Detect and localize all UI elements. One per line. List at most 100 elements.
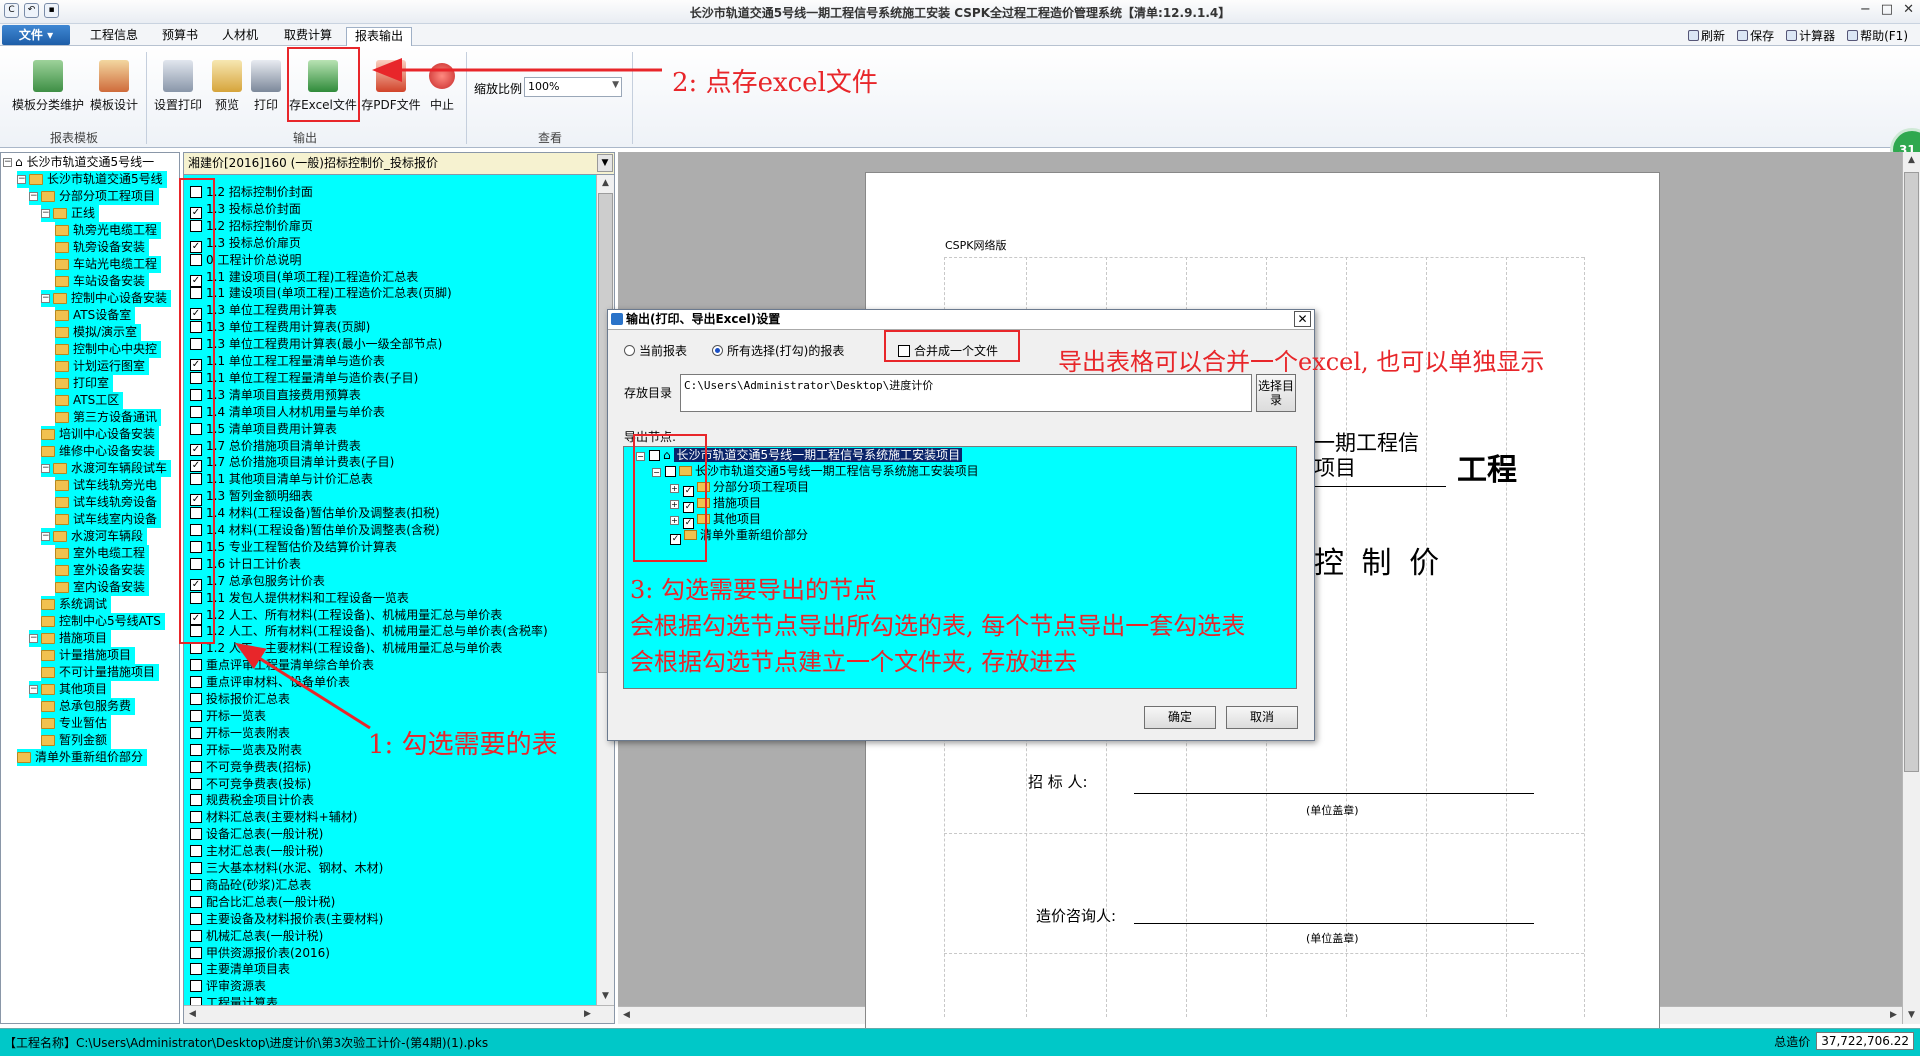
checkbox-icon[interactable] xyxy=(190,794,202,807)
report-list-item[interactable]: 1.4 材料(工程设备)暂估单价及调整表(扣税) xyxy=(190,505,440,522)
checkbox-icon[interactable] xyxy=(190,878,202,891)
tab-project-info[interactable]: 工程信息 xyxy=(84,27,144,46)
report-list-item[interactable]: 1.1 其他项目清单与计价汇总表 xyxy=(190,471,373,488)
checkbox-icon[interactable] xyxy=(190,777,202,790)
checkbox-icon[interactable] xyxy=(190,963,202,976)
report-list-item[interactable]: 配合比汇总表(一般计税) xyxy=(190,894,335,911)
scroll-up-icon[interactable]: ▲ xyxy=(1903,152,1920,169)
tree-node[interactable]: 控制中心5号线ATS xyxy=(41,613,165,630)
checkbox-icon[interactable] xyxy=(190,895,202,908)
radio-all-selected-reports[interactable]: 所有选择(打勾)的报表 xyxy=(712,342,844,359)
tree-node[interactable]: − 措施项目 xyxy=(29,630,112,647)
checkbox-icon[interactable] xyxy=(190,709,202,722)
tree-node[interactable]: 暂列金额 xyxy=(41,732,112,749)
report-list-item[interactable]: ✓ 1.2 人工、所有材料(工程设备)、机械用量汇总与单价表 xyxy=(190,607,502,625)
report-list-item[interactable]: 评审资源表 xyxy=(190,978,266,995)
report-list-item[interactable]: 1.3 单位工程费用计算表(最小一级全部节点) xyxy=(190,336,442,353)
print-button[interactable]: 打印 xyxy=(248,60,284,113)
checkbox-icon[interactable] xyxy=(190,811,202,824)
choose-directory-button[interactable]: 选择目录 xyxy=(1256,374,1296,412)
report-list-item[interactable]: 开标一览表附表 xyxy=(190,725,290,742)
report-list-item[interactable]: 1.3 清单项目直接费用预算表 xyxy=(190,387,361,404)
tree-node[interactable]: 试车线轨旁光电 xyxy=(55,477,162,494)
tree-node[interactable]: 试车线室内设备 xyxy=(55,511,162,528)
tree-node[interactable]: 室外电缆工程 xyxy=(55,545,150,562)
tree-node[interactable]: 室内设备安装 xyxy=(55,579,150,596)
dialog-close-icon[interactable]: ✕ xyxy=(1294,311,1311,327)
tree-node[interactable]: − 控制中心设备安装 xyxy=(41,290,172,307)
report-list-item[interactable]: 1.1 建设项目(单项工程)工程造价汇总表(页脚) xyxy=(190,285,452,302)
report-list-item[interactable]: 不可竞争费表(招标) xyxy=(190,759,311,776)
report-list-item[interactable]: ✓ 1.1 建设项目(单项工程)工程造价汇总表 xyxy=(190,269,418,287)
scroll-left-icon[interactable]: ◀ xyxy=(618,1007,635,1023)
preview-button[interactable]: 预览 xyxy=(208,60,246,113)
report-list-item[interactable]: 重点评审工程量清单综合单价表 xyxy=(190,657,374,674)
tree-node[interactable]: − 长沙市轨道交通5号线 xyxy=(17,171,167,188)
report-list-item[interactable]: 1.4 清单项目人材机用量与单价表 xyxy=(190,404,385,421)
report-template-select[interactable]: 湘建价[2016]160 (一般)招标控制价_投标报价 ▼ xyxy=(184,153,614,175)
report-list-item[interactable]: 规费税金项目计价表 xyxy=(190,792,314,809)
checkbox-icon[interactable] xyxy=(190,862,202,874)
stop-button[interactable]: 中止 xyxy=(424,60,460,113)
report-list-item[interactable]: 1.1 单位工程工程量清单与造价表(子目) xyxy=(190,370,418,387)
report-list-item[interactable]: 1.3 单位工程费用计算表(页脚) xyxy=(190,319,370,336)
report-list-item[interactable]: ✓ 1.1 单位工程工程量清单与造价表 xyxy=(190,353,385,371)
refresh-button[interactable]: 刷新 xyxy=(1688,27,1725,44)
cancel-button[interactable]: 取消 xyxy=(1226,706,1298,729)
scroll-down-icon[interactable]: ▼ xyxy=(1903,1007,1920,1024)
tree-node[interactable]: 第三方设备通讯 xyxy=(55,409,162,426)
tree-node[interactable]: ATS设备室 xyxy=(55,307,136,324)
radio-current-report[interactable]: 当前报表 xyxy=(624,342,687,359)
zoom-select[interactable]: 100% ▼ xyxy=(524,77,622,97)
report-list-item[interactable]: 重点评审材料、设备单价表 xyxy=(190,674,350,691)
checkbox-icon[interactable] xyxy=(190,980,202,993)
report-list-item[interactable]: 甲供资源报价表(2016) xyxy=(190,945,330,962)
print-settings-button[interactable]: 设置打印 xyxy=(150,60,206,113)
calculator-button[interactable]: 计算器 xyxy=(1786,27,1835,44)
tree-node[interactable]: 车站设备安装 xyxy=(55,273,150,290)
report-list-item[interactable]: 1.4 材料(工程设备)暂估单价及调整表(含税) xyxy=(190,522,440,539)
ok-button[interactable]: 确定 xyxy=(1144,706,1216,729)
report-list-item[interactable]: 不可竞争费表(投标) xyxy=(190,776,311,793)
report-list-item[interactable]: 1.2 人工、主要材料(工程设备)、机械用量汇总与单价表 xyxy=(190,640,502,657)
report-list-item[interactable]: 1.2 人工、所有材料(工程设备)、机械用量汇总与单价表(含税率) xyxy=(190,623,548,640)
report-list-item[interactable]: ✓ 1.7 总价措施项目清单计费表(子目) xyxy=(190,454,394,473)
tree-node[interactable]: − ⌂ 长沙市轨道交通5号线一 xyxy=(3,154,159,171)
tree-node[interactable]: − 水渡河车辆段 xyxy=(41,528,148,545)
close-icon[interactable]: ✕ xyxy=(1903,2,1914,17)
minimize-icon[interactable]: − xyxy=(1860,2,1871,17)
scroll-thumb[interactable] xyxy=(1904,172,1919,772)
save-button[interactable]: 保存 xyxy=(1737,27,1774,44)
tree-node[interactable]: ATS工区 xyxy=(55,392,124,409)
checkbox-icon[interactable] xyxy=(190,845,202,858)
tree-node[interactable]: 室外设备安装 xyxy=(55,562,150,579)
file-menu-button[interactable]: 文件 ▾ xyxy=(2,25,70,45)
checkbox-icon[interactable] xyxy=(190,946,202,959)
save-pdf-button[interactable]: 存PDF文件 xyxy=(360,60,422,113)
report-list-item[interactable]: 商品砼(砂浆)汇总表 xyxy=(190,877,311,894)
report-list-item[interactable]: 材料汇总表(主要材料+辅材) xyxy=(190,809,357,826)
scroll-right-icon[interactable]: ▶ xyxy=(579,1006,596,1022)
checkbox-icon[interactable] xyxy=(190,726,202,739)
scroll-up-icon[interactable]: ▲ xyxy=(597,175,614,192)
report-list-item[interactable]: 设备汇总表(一般计税) xyxy=(190,826,323,843)
report-list-item[interactable]: 主要设备及材料报价表(主要材料) xyxy=(190,911,383,928)
maximize-icon[interactable]: □ xyxy=(1881,2,1893,17)
checkbox-icon[interactable] xyxy=(190,828,202,841)
tree-node[interactable]: 试车线轨旁设备 xyxy=(55,494,162,511)
report-list-item[interactable]: 三大基本材料(水泥、钢材、木材) xyxy=(190,860,383,877)
tree-node[interactable]: 维修中心设备安装 xyxy=(41,443,160,460)
report-list-item[interactable]: 1.1 发包人提供材料和工程设备一览表 xyxy=(190,590,409,607)
tree-node[interactable]: − 水渡河车辆段试车 xyxy=(41,460,172,477)
template-design-button[interactable]: 模板设计 xyxy=(88,60,140,113)
tree-node[interactable]: 培训中心设备安装 xyxy=(41,426,160,443)
report-list-item[interactable]: 机械汇总表(一般计税) xyxy=(190,928,323,945)
report-list-item[interactable]: 主材汇总表(一般计税) xyxy=(190,843,323,860)
report-list-item[interactable]: 1.5 专业工程暂估价及结算价计算表 xyxy=(190,539,397,556)
tree-node[interactable]: 总承包服务费 xyxy=(41,698,136,715)
checkbox-icon[interactable] xyxy=(190,912,202,925)
help-button[interactable]: 帮助(F1) xyxy=(1847,27,1908,44)
tree-node[interactable]: 计量措施项目 xyxy=(41,647,136,664)
report-list-hscrollbar[interactable]: ◀ ▶ xyxy=(184,1005,614,1023)
tree-node[interactable]: − 正线 xyxy=(41,205,100,222)
